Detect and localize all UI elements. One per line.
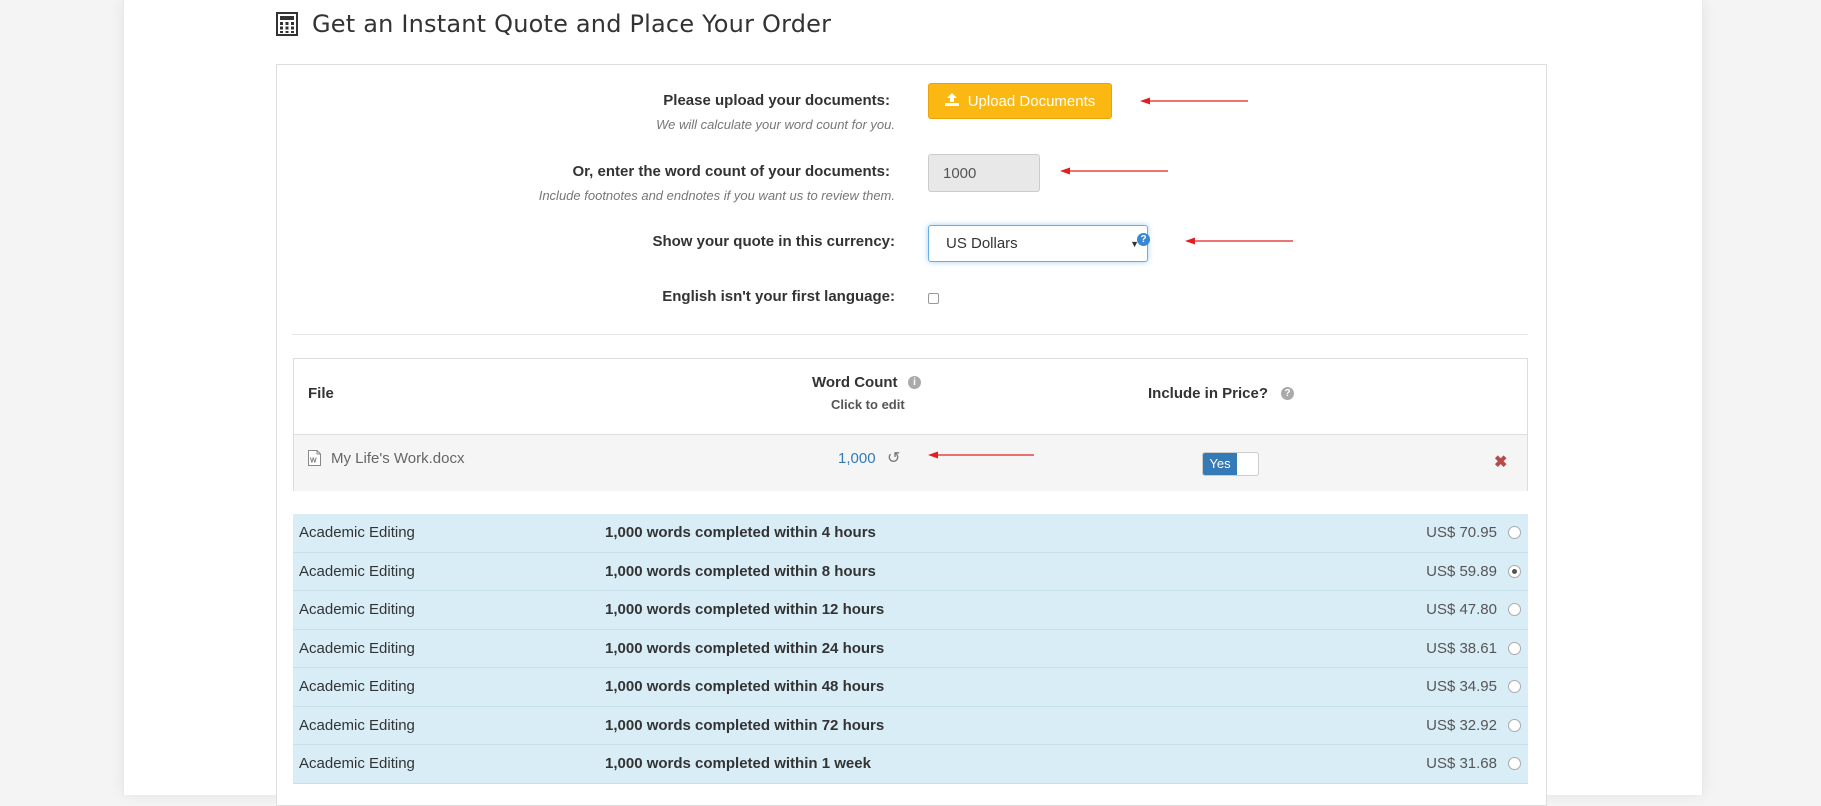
file-word-count[interactable]: 1,000 [838, 450, 876, 467]
service-radio[interactable] [1508, 718, 1521, 732]
toggle-yes: Yes [1203, 453, 1237, 475]
service-name: Academic Editing [299, 639, 415, 657]
service-options: Academic Editing 1,000 words completed w… [293, 514, 1528, 784]
wordcount-hint: Include footnotes and endnotes if you wa… [538, 188, 895, 203]
service-radio-selected[interactable] [1508, 564, 1521, 578]
service-name: Academic Editing [299, 601, 415, 618]
remove-file-icon[interactable]: ✖ [1494, 452, 1507, 472]
wordcount-subheader: Click to edit [831, 397, 905, 412]
file-row [294, 434, 1527, 491]
currency-select[interactable]: US Dollars ▼ [928, 225, 1148, 262]
upload-documents-button[interactable]: Upload Documents [928, 83, 1112, 119]
currency-selected-value: US Dollars [946, 235, 1018, 252]
service-row[interactable]: Academic Editing 1,000 words completed w… [293, 552, 1528, 591]
wordcount-input[interactable] [928, 154, 1040, 192]
service-price: US$ 59.89 [1426, 562, 1497, 580]
service-price: US$ 32.92 [1426, 716, 1497, 734]
reset-icon[interactable]: ↺ [887, 448, 900, 468]
page-heading: Get an Instant Quote and Place Your Orde… [276, 8, 831, 40]
svg-text:W: W [310, 458, 317, 465]
service-description: 1,000 words completed within 24 hours [605, 639, 885, 657]
service-name: Academic Editing [299, 524, 415, 541]
file-name: My Life's Work.docx [331, 450, 465, 467]
service-price: US$ 70.95 [1426, 524, 1497, 541]
upload-hint: We will calculate your word count for yo… [656, 117, 895, 132]
service-price: US$ 47.80 [1426, 601, 1497, 618]
file-column-header: File [308, 385, 334, 402]
service-radio[interactable] [1508, 526, 1521, 539]
service-name: Academic Editing [299, 562, 415, 580]
service-radio[interactable] [1508, 680, 1521, 693]
upload-label: Please upload your documents: [663, 92, 890, 109]
service-radio[interactable] [1508, 603, 1521, 616]
include-column-header: Include in Price? [1148, 385, 1269, 402]
service-name: Academic Editing [299, 716, 415, 734]
service-row[interactable]: Academic Editing 1,000 words completed w… [293, 668, 1528, 707]
service-description: 1,000 words completed within 8 hours [605, 562, 876, 580]
service-description: 1,000 words completed within 1 week [605, 755, 871, 772]
service-name: Academic Editing [299, 755, 415, 772]
service-price: US$ 34.95 [1426, 678, 1497, 695]
wordcount-label: Or, enter the word count of your documen… [572, 163, 890, 180]
service-description: 1,000 words completed within 4 hours [605, 524, 876, 541]
include-toggle[interactable]: Yes [1202, 452, 1259, 476]
annotation-arrow [1140, 97, 1248, 105]
service-row[interactable]: Academic Editing 1,000 words completed w… [293, 591, 1528, 630]
service-radio[interactable] [1508, 641, 1521, 655]
page-title: Get an Instant Quote and Place Your Orde… [312, 10, 832, 38]
esl-label: English isn't your first language: [662, 288, 895, 305]
service-price: US$ 38.61 [1426, 639, 1497, 657]
annotation-arrow [928, 451, 1034, 459]
wordcount-column-header: Word Count [812, 374, 898, 391]
service-row[interactable]: Academic Editing 1,000 words completed w… [293, 629, 1528, 668]
service-row[interactable]: Academic Editing 1,000 words completed w… [293, 514, 1528, 553]
service-name: Academic Editing [299, 678, 415, 695]
service-row[interactable]: Academic Editing 1,000 words completed w… [293, 745, 1528, 784]
service-price: US$ 31.68 [1426, 755, 1497, 772]
service-radio[interactable] [1508, 757, 1521, 770]
esl-checkbox[interactable] [928, 293, 939, 304]
annotation-arrow [1060, 167, 1168, 175]
info-icon[interactable]: i [908, 376, 921, 389]
upload-button-label: Upload Documents [967, 92, 1096, 110]
service-description: 1,000 words completed within 48 hours [605, 678, 885, 695]
annotation-arrow [1185, 237, 1293, 245]
divider [292, 334, 1528, 335]
calculator-icon [276, 12, 298, 36]
service-description: 1,000 words completed within 72 hours [605, 716, 885, 734]
word-doc-icon: W [308, 450, 321, 471]
currency-help-icon[interactable]: ? [1137, 233, 1150, 246]
service-description: 1,000 words completed within 12 hours [605, 601, 885, 618]
currency-label: Show your quote in this currency: [652, 233, 895, 250]
help-icon[interactable]: ? [1281, 387, 1294, 400]
upload-icon [944, 92, 968, 110]
service-row[interactable]: Academic Editing 1,000 words completed w… [293, 706, 1528, 745]
